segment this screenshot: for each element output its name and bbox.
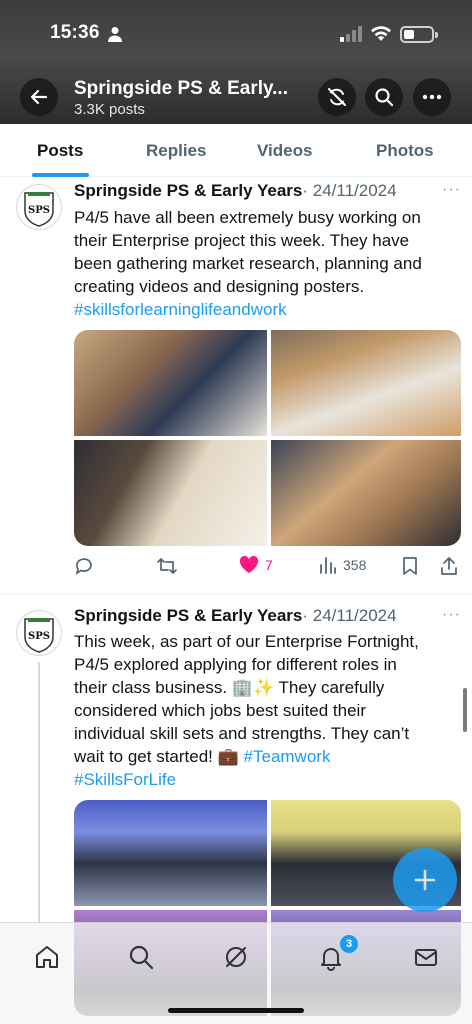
share-icon — [441, 557, 457, 575]
views-button[interactable]: 358 — [319, 556, 366, 574]
status-time: 15:36 — [50, 22, 100, 43]
tweet-text: This week, as part of our Enterprise For… — [74, 630, 456, 791]
more-icon — [422, 94, 442, 100]
active-tab-indicator — [32, 173, 89, 177]
author-name[interactable]: Springside PS & Early Years — [74, 181, 302, 200]
profile-tabs: Posts Replies Videos Photos — [0, 124, 472, 177]
bookmark-button[interactable] — [402, 556, 418, 576]
notifications-toggle-button[interactable] — [318, 78, 356, 116]
tweet-date: · 24/11/2024 — [302, 181, 397, 200]
tweet-divider — [0, 594, 472, 595]
like-count: 7 — [265, 557, 273, 573]
tab-posts[interactable]: Posts — [37, 141, 83, 161]
view-count: 358 — [343, 557, 367, 573]
bookmark-icon — [403, 557, 417, 575]
home-indicator — [168, 1008, 304, 1013]
tweet-photo[interactable] — [74, 800, 267, 906]
tweet-photo[interactable] — [74, 440, 267, 546]
share-button[interactable] — [440, 556, 458, 576]
signal-icon — [340, 26, 362, 42]
tweet-more-button[interactable]: ··· — [442, 606, 461, 624]
thread-line — [38, 662, 40, 924]
wifi-icon — [371, 26, 391, 41]
tweet-photo[interactable] — [271, 440, 461, 546]
school-crest-logo: SPS — [24, 192, 54, 227]
school-crest-logo: SPS — [24, 618, 54, 653]
tweet-text-line: creating videos and designing posters. — [74, 277, 365, 296]
svg-text:SPS: SPS — [28, 205, 50, 216]
hashtag-link[interactable]: #Teamwork — [244, 747, 331, 766]
hashtag-link[interactable]: #SkillsForLife — [74, 768, 456, 791]
tweet-photo[interactable] — [74, 330, 267, 436]
tweet-text-fragment: wait to get started! 💼 — [74, 747, 244, 766]
search-button[interactable] — [365, 78, 403, 116]
post-count: 3.3K posts — [74, 101, 145, 118]
search-icon — [129, 945, 154, 970]
views-icon — [320, 557, 336, 574]
grok-icon — [226, 947, 246, 967]
back-button[interactable] — [20, 78, 58, 116]
tweet-text: P4/5 have all been extremely busy workin… — [74, 206, 456, 321]
tweet-author[interactable]: Springside PS & Early Years· 24/11/2024 — [74, 181, 397, 201]
profile-header: 15:36 Springside PS & Early... 3.3K post… — [0, 0, 472, 124]
retweet-button[interactable] — [156, 556, 178, 576]
tweet-text-line: considered which jobs best suited their — [74, 701, 366, 720]
nav-grok[interactable] — [220, 941, 252, 973]
avatar[interactable]: SPS — [16, 610, 62, 656]
tweet-text-line: their Enterprise project this week. They… — [74, 231, 410, 250]
tweet-media-grid — [74, 330, 461, 546]
scrollbar[interactable] — [463, 688, 467, 732]
avatar[interactable]: SPS — [16, 184, 62, 230]
notification-badge: 3 — [340, 935, 358, 953]
plus-icon — [414, 869, 436, 891]
tweet-text-line: wait to get started! 💼 #Teamwork — [74, 745, 456, 768]
hashtag-link[interactable]: #skillsforlearninglifeandwork — [74, 298, 456, 321]
back-arrow-icon — [30, 89, 48, 105]
tweet-date: · 24/11/2024 — [302, 606, 397, 625]
reply-button[interactable] — [74, 556, 94, 576]
heart-icon — [239, 556, 259, 573]
reply-icon — [75, 558, 92, 575]
tweet-author[interactable]: Springside PS & Early Years· 24/11/2024 — [74, 606, 397, 626]
status-bar: 15:36 — [0, 22, 472, 50]
battery-icon — [400, 26, 434, 43]
tweet-text-line: individual skill sets and strengths. The… — [74, 724, 410, 743]
profile-name: Springside PS & Early... — [74, 78, 288, 99]
retweet-icon — [157, 558, 177, 574]
compose-button[interactable] — [393, 848, 457, 912]
nav-search[interactable] — [125, 941, 157, 973]
mail-icon — [415, 949, 437, 966]
tweet-actions: 7 358 — [74, 556, 458, 580]
nav-messages[interactable] — [410, 941, 442, 973]
person-icon — [108, 27, 122, 42]
like-button[interactable]: 7 — [239, 556, 273, 574]
tweet-text-line: been gathering market research, planning… — [74, 254, 422, 273]
tab-replies[interactable]: Replies — [146, 141, 206, 161]
search-icon — [375, 88, 394, 107]
svg-text:SPS: SPS — [28, 631, 50, 642]
tweet-text-line: P4/5 explored applying for different rol… — [74, 655, 397, 674]
tweet-text-line: This week, as part of our Enterprise For… — [74, 632, 419, 651]
sync-off-icon — [328, 88, 346, 106]
more-options-button[interactable] — [413, 78, 451, 116]
nav-home[interactable] — [31, 941, 63, 973]
tab-videos[interactable]: Videos — [257, 141, 312, 161]
home-icon — [36, 946, 58, 968]
author-name[interactable]: Springside PS & Early Years — [74, 606, 302, 625]
tweet-text-line: their class business. 🏢✨ They carefully — [74, 678, 385, 697]
tweet-more-button[interactable]: ··· — [442, 181, 461, 199]
tweet-text-line: P4/5 have all been extremely busy workin… — [74, 208, 421, 227]
tab-photos[interactable]: Photos — [376, 141, 434, 161]
tweet-photo[interactable] — [271, 330, 461, 436]
